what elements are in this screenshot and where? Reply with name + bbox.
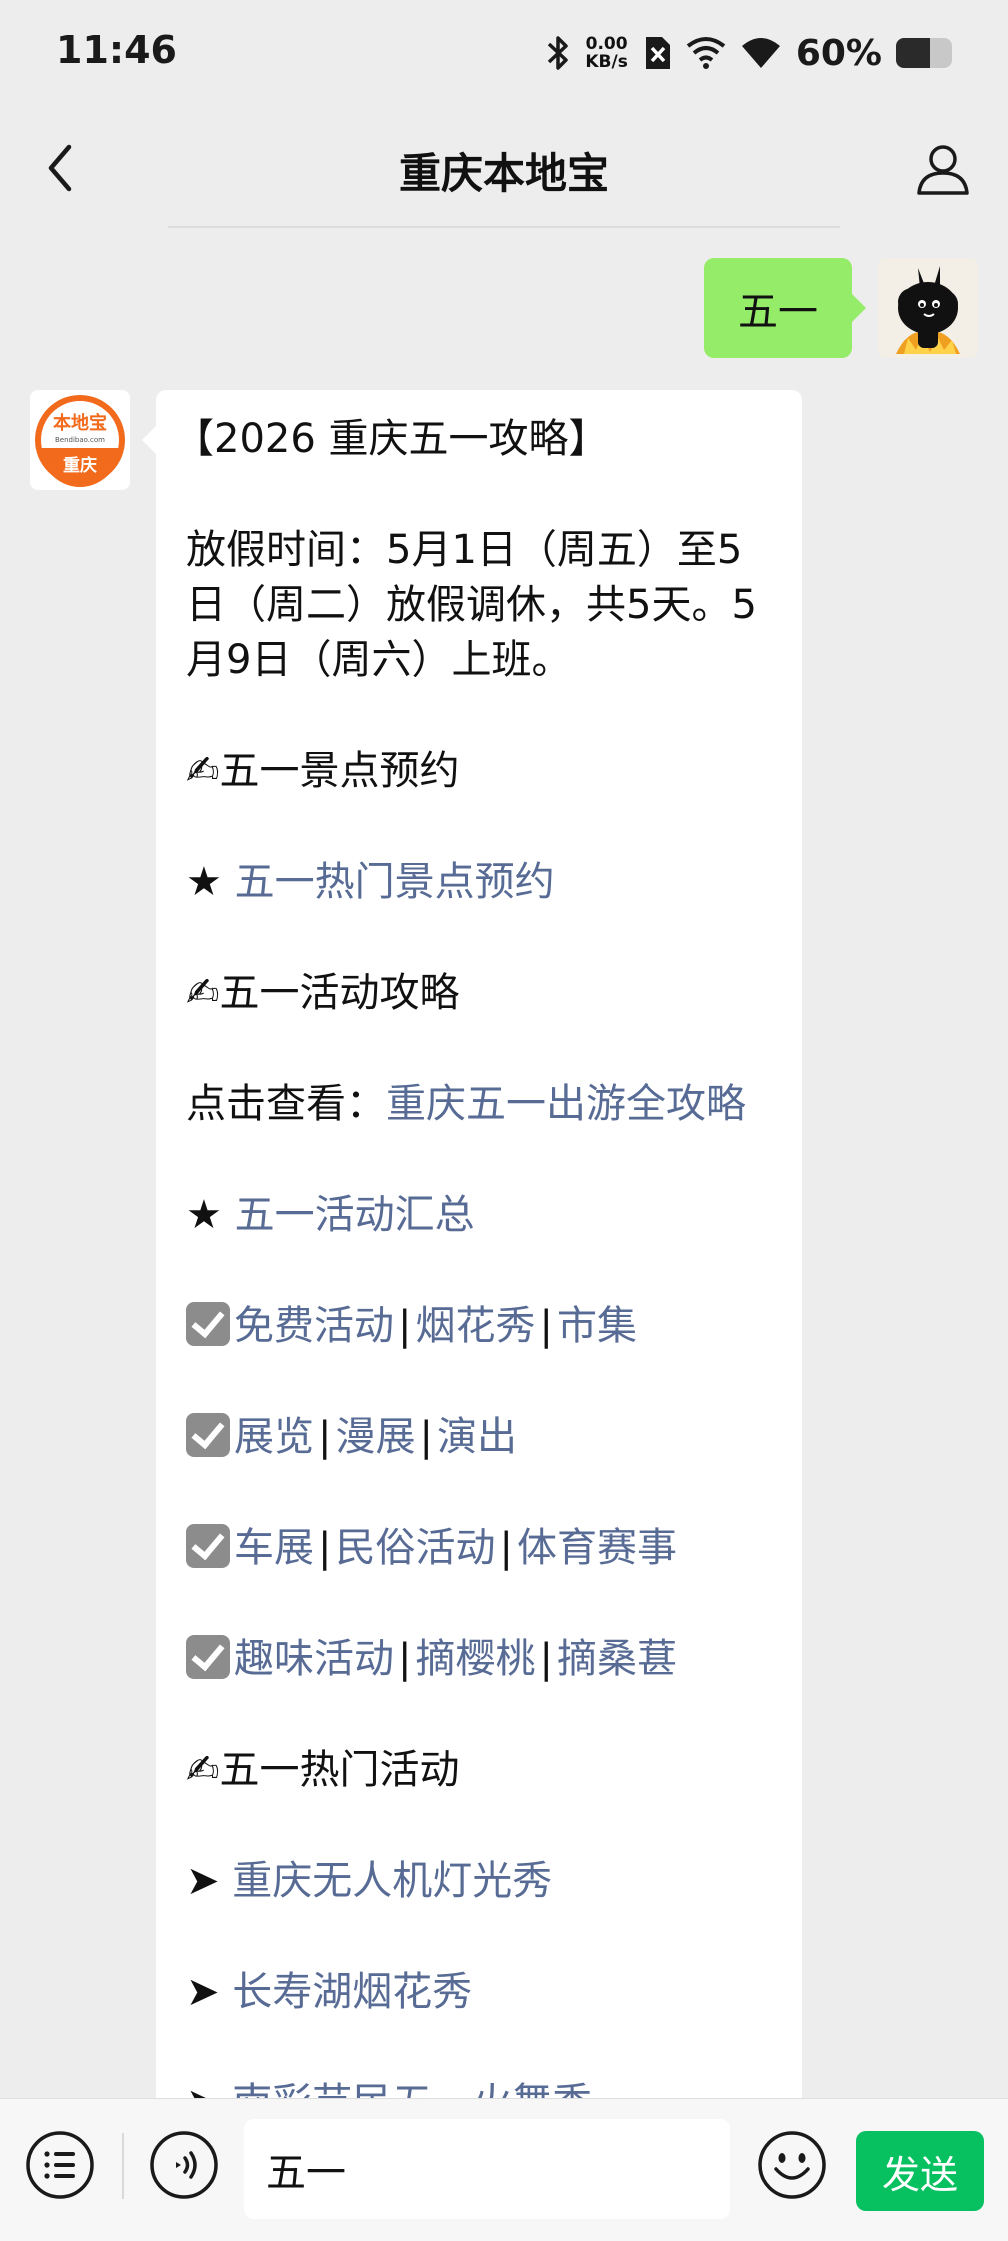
separator: | <box>499 1525 513 1571</box>
incoming-bubble: 【2026 重庆五一攻略】 放假时间：5月1日（周五）至5日（周二）放假调休，共… <box>142 390 802 2098</box>
menu-button[interactable] <box>24 2129 96 2201</box>
link-cherry-picking[interactable]: 摘樱桃 <box>415 1636 535 1682</box>
separator: | <box>539 1303 553 1349</box>
checkbox-icon <box>186 1413 230 1457</box>
summary-link[interactable]: 五一活动汇总 <box>235 1192 475 1238</box>
link-fire-dance[interactable]: 南彩苗民五一火舞秀 <box>232 2080 592 2098</box>
input-bar: 五一 发送 <box>0 2098 1008 2241</box>
link-free-activities[interactable]: 免费活动 <box>234 1303 394 1349</box>
section-hot-activities: ✍五一热门活动 <box>186 1743 772 1798</box>
star-icon: ★ <box>186 1192 222 1238</box>
status-icons: 0.00 KB/s 60% <box>545 28 952 78</box>
arrow-icon: ➤ <box>186 1858 220 1904</box>
click-view-label: 点击查看： <box>186 1081 386 1127</box>
bluetooth-icon <box>545 33 571 73</box>
voice-button[interactable] <box>148 2129 220 2201</box>
message-input-text: 五一 <box>266 2150 346 2196</box>
section-attractions-title: 五一景点预约 <box>219 748 460 794</box>
net-speed-value: 0.00 <box>585 34 628 54</box>
checkbox-icon <box>186 1524 230 1568</box>
wifi-icon <box>740 36 782 70</box>
outgoing-bubble[interactable]: 五一 <box>704 258 866 358</box>
separator: | <box>398 1303 412 1349</box>
battery-icon <box>896 38 952 68</box>
battery-level-fill <box>896 38 930 68</box>
list-menu-icon <box>26 2131 94 2199</box>
separator: | <box>398 1636 412 1682</box>
link-exhibition[interactable]: 展览 <box>234 1414 314 1460</box>
avatar-image <box>878 258 978 358</box>
hot-activity-1: ➤ 重庆无人机灯光秀 <box>186 1854 772 1909</box>
wifi-calling-icon <box>686 36 726 70</box>
link-comic-expo[interactable]: 漫展 <box>335 1414 415 1460</box>
net-speed-indicator: 0.00 KB/s <box>585 35 627 71</box>
section-hot-activities-title: 五一热门活动 <box>219 1747 460 1793</box>
hot-spots-link[interactable]: 五一热门景点预约 <box>235 859 555 905</box>
summary-row: ★ 五一活动汇总 <box>186 1188 772 1243</box>
checkbox-icon <box>186 1635 230 1679</box>
emoji-icon <box>758 2131 826 2199</box>
arrow-icon: ➤ <box>186 2080 220 2098</box>
link-drone-show[interactable]: 重庆无人机灯光秀 <box>232 1858 552 1904</box>
chat-area[interactable]: 五一 本地宝 Bendibao.com 重庆 【2026 重庆五一攻略】 放假时… <box>0 228 1008 2098</box>
holiday-info: 放假时间：5月1日（周五）至5日（周二）放假调休，共5天。5月9日（周六）上班。 <box>186 527 757 683</box>
incoming-message: 本地宝 Bendibao.com 重庆 【2026 重庆五一攻略】 放假时间：5… <box>30 390 802 2098</box>
writing-hand-icon: ✍ <box>186 970 220 1016</box>
link-performance[interactable]: 演出 <box>437 1414 517 1460</box>
link-fun-activities[interactable]: 趣味活动 <box>234 1636 394 1682</box>
net-speed-unit: KB/s <box>585 52 628 72</box>
category-row-3: 车展 | 民俗活动 | 体育赛事 <box>186 1521 772 1576</box>
battery-percent: 60% <box>795 32 882 74</box>
outgoing-message: 五一 <box>704 258 978 358</box>
hot-spots-row: ★ 五一热门景点预约 <box>186 855 772 910</box>
my-avatar[interactable] <box>878 258 978 358</box>
status-time: 11:46 <box>56 28 177 72</box>
hot-activity-2: ➤ 长寿湖烟花秀 <box>186 1965 772 2020</box>
link-market[interactable]: 市集 <box>557 1303 637 1349</box>
link-sports-events[interactable]: 体育赛事 <box>517 1525 677 1571</box>
separator: | <box>318 1525 332 1571</box>
chat-title: 重庆本地宝 <box>398 149 609 198</box>
article-header: 【2026 重庆五一攻略】 <box>174 416 609 462</box>
person-icon <box>917 145 969 195</box>
category-row-4: 趣味活动 | 摘樱桃 | 摘桑葚 <box>186 1632 772 1687</box>
link-changshou-fireworks[interactable]: 长寿湖烟花秀 <box>232 1969 472 2015</box>
writing-hand-icon: ✍ <box>186 1747 220 1793</box>
link-fireworks[interactable]: 烟花秀 <box>415 1303 535 1349</box>
guide-link[interactable]: 重庆五一出游全攻略 <box>386 1081 746 1127</box>
separator: | <box>318 1414 332 1460</box>
link-mulberry-picking[interactable]: 摘桑葚 <box>557 1636 677 1682</box>
emoji-button[interactable] <box>756 2129 828 2201</box>
logo-url: Bendibao.com <box>55 436 105 444</box>
message-input[interactable]: 五一 <box>244 2119 730 2219</box>
logo-text: 本地宝 <box>53 412 107 434</box>
bot-avatar[interactable]: 本地宝 Bendibao.com 重庆 <box>30 390 130 490</box>
star-icon: ★ <box>186 859 222 905</box>
separator: | <box>539 1636 553 1682</box>
section-attractions: ✍五一景点预约 <box>186 744 772 799</box>
link-folk-activities[interactable]: 民俗活动 <box>335 1525 495 1571</box>
chat-info-button[interactable] <box>908 134 978 204</box>
outgoing-text: 五一 <box>738 289 818 335</box>
checkbox-icon <box>186 1302 230 1346</box>
section-activities: ✍五一活动攻略 <box>186 966 772 1021</box>
section-activities-title: 五一活动攻略 <box>219 970 460 1016</box>
arrow-icon: ➤ <box>186 1969 220 2015</box>
voice-icon <box>150 2131 218 2199</box>
bendibao-logo: 本地宝 Bendibao.com 重庆 <box>35 395 125 487</box>
logo-city: 重庆 <box>63 455 97 476</box>
separator: | <box>419 1414 433 1460</box>
no-sim-icon <box>642 35 672 71</box>
category-row-2: 展览 | 漫展 | 演出 <box>186 1410 772 1465</box>
hot-activity-3: ➤ 南彩苗民五一火舞秀 <box>186 2076 772 2098</box>
link-auto-show[interactable]: 车展 <box>234 1525 314 1571</box>
writing-hand-icon: ✍ <box>186 748 220 794</box>
input-divider <box>122 2133 124 2199</box>
send-button[interactable]: 发送 <box>856 2131 984 2211</box>
status-bar: 11:46 0.00 KB/s 60% <box>0 0 1008 108</box>
category-row-1: 免费活动 | 烟花秀 | 市集 <box>186 1299 772 1354</box>
chat-header: 重庆本地宝 <box>0 108 1008 228</box>
guide-row: 点击查看：重庆五一出游全攻略 <box>186 1077 772 1132</box>
